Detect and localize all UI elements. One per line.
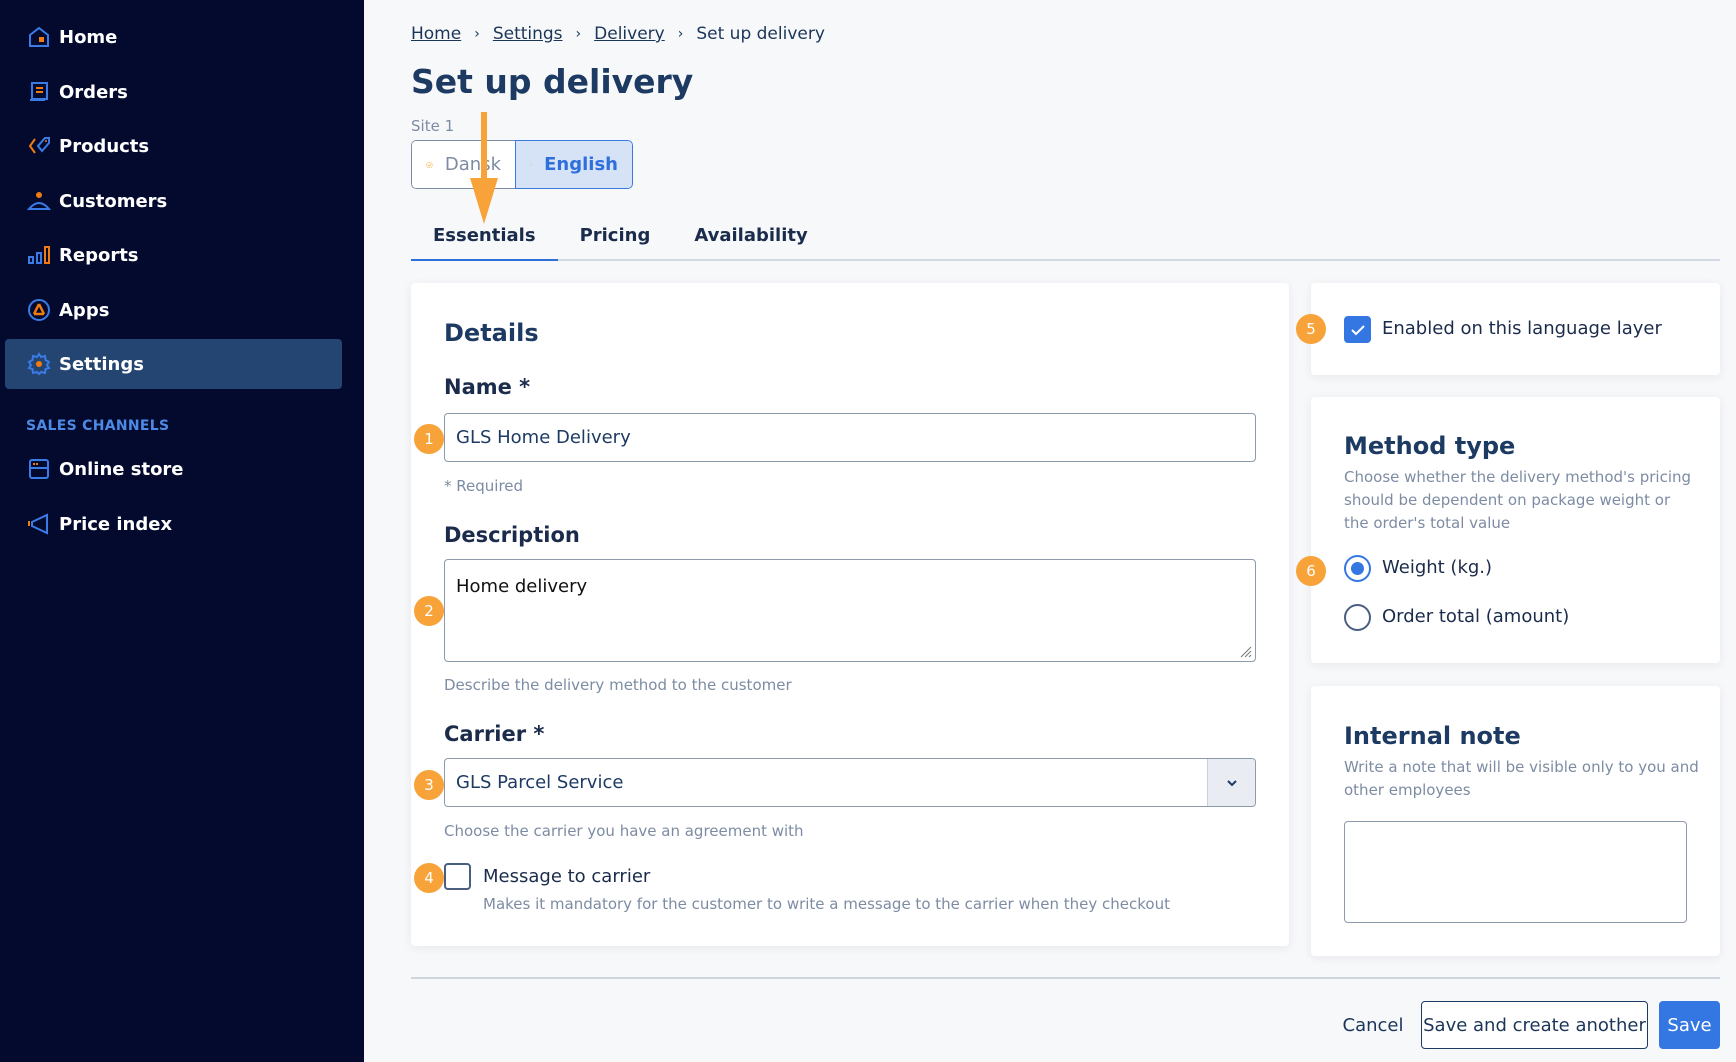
sidebar-item-home[interactable]: Home [5,12,342,62]
description-help: Describe the delivery method to the cust… [444,676,792,694]
carrier-dropdown-button[interactable] [1207,759,1255,806]
save-and-create-another-button[interactable]: Save and create another [1421,1001,1648,1049]
tag-icon [26,133,52,159]
annotation-badge: 3 [414,770,444,800]
internal-note-heading: Internal note [1344,722,1521,750]
description-label: Description [444,523,580,547]
enabled-label: Enabled on this language layer [1382,318,1662,339]
method-type-description: Choose whether the delivery method's pri… [1344,468,1692,532]
message-to-carrier-help: Makes it mandatory for the customer to w… [483,895,1170,913]
sidebar-item-online-store[interactable]: Online store [5,444,342,494]
internal-note-card: Internal note Write a note that will be … [1311,686,1720,956]
sidebar-item-label: Home [59,26,118,48]
radio-weight-label: Weight (kg.) [1382,557,1493,578]
sidebar: Home Orders Products Customers Reports A… [0,0,364,1062]
sidebar-item-orders[interactable]: Orders [5,67,342,117]
enabled-card: Enabled on this language layer [1311,283,1720,375]
annotation-arrow-icon [470,112,498,224]
sidebar-item-settings[interactable]: Settings [5,339,342,389]
message-to-carrier-label: Message to carrier [483,866,651,887]
sidebar-item-label: Price index [59,513,173,535]
annotation-badge: 2 [414,596,444,626]
apps-icon [26,297,52,323]
carrier-help: Choose the carrier you have an agreement… [444,822,804,840]
site-label: Site 1 [411,117,455,135]
name-input-value: GLS Home Delivery [456,427,631,448]
details-card: Details Name * GLS Home Delivery 1 * Req… [411,283,1289,946]
radio-weight[interactable] [1344,555,1371,582]
description-value: Home delivery [456,576,588,597]
method-type-card: Method type Choose whether the delivery … [1311,397,1720,663]
sidebar-item-products[interactable]: Products [5,121,342,171]
orders-icon [26,79,52,105]
person-icon [26,188,52,214]
cancel-button[interactable]: Cancel [1333,1001,1413,1049]
enabled-checkbox[interactable] [1344,316,1371,343]
breadcrumb-current: Set up delivery [696,24,825,44]
breadcrumb-separator: › [474,26,480,42]
annotation-badge: 1 [414,424,444,454]
status-check-icon [530,163,533,166]
internal-note-textarea[interactable] [1344,821,1687,923]
name-input[interactable]: GLS Home Delivery [444,413,1256,462]
chevron-down-icon [1226,779,1237,786]
home-icon [26,24,52,50]
sidebar-item-price-index[interactable]: Price index [5,499,342,549]
internal-note-description: Write a note that will be visible only t… [1344,758,1699,799]
sidebar-item-customers[interactable]: Customers [5,176,342,226]
page-title: Set up delivery [411,62,694,101]
annotation-badge: 5 [1296,314,1326,344]
tab-essentials[interactable]: Essentials [411,220,558,261]
megaphone-icon [26,511,52,537]
tab-availability[interactable]: Availability [672,220,829,261]
sidebar-item-label: Products [59,135,150,157]
language-tab-dansk[interactable]: Dansk [411,140,515,189]
carrier-select-value: GLS Parcel Service [456,772,624,793]
description-textarea[interactable]: Home delivery [444,559,1256,662]
breadcrumb-separator: › [677,26,684,42]
method-type-heading: Method type [1344,432,1516,460]
details-heading: Details [444,319,539,347]
breadcrumb: Home › Settings › Delivery › Set up deli… [411,24,825,44]
sidebar-item-reports[interactable]: Reports [5,230,342,280]
sidebar-item-apps[interactable]: Apps [5,285,342,335]
radio-order-total[interactable] [1344,604,1371,631]
store-icon [26,456,52,482]
language-switcher: Dansk English [411,140,633,189]
message-to-carrier-checkbox[interactable] [444,863,471,890]
bar-chart-icon [26,242,52,268]
sales-channels-heading: SALES CHANNELS [26,418,170,434]
sidebar-item-label: Apps [59,299,110,321]
sidebar-item-label: Reports [59,244,139,266]
annotation-badge: 6 [1296,556,1326,586]
footer-divider [411,977,1720,979]
status-check-icon [426,161,433,168]
sidebar-item-label: Online store [59,458,184,480]
carrier-label: Carrier * [444,722,545,746]
carrier-select[interactable]: GLS Parcel Service [444,758,1256,807]
tab-bar: Essentials Pricing Availability [411,220,1720,261]
sidebar-item-label: Settings [59,353,144,375]
radio-order-total-label: Order total (amount) [1382,606,1570,627]
breadcrumb-settings[interactable]: Settings [493,24,563,44]
breadcrumb-home[interactable]: Home [411,24,461,44]
resize-handle-icon[interactable] [1238,644,1252,658]
breadcrumb-separator: › [575,26,582,42]
name-label: Name * [444,375,531,399]
sidebar-item-label: Orders [59,81,128,103]
required-note: * Required [444,477,524,495]
annotation-badge: 4 [414,863,444,893]
gear-icon [26,351,52,377]
language-tab-english[interactable]: English [515,140,633,189]
sidebar-item-label: Customers [59,190,168,212]
tab-pricing[interactable]: Pricing [558,220,673,261]
save-button[interactable]: Save [1659,1001,1720,1049]
checkmark-icon [1350,324,1365,335]
breadcrumb-delivery[interactable]: Delivery [594,24,665,44]
language-label: English [544,154,618,175]
